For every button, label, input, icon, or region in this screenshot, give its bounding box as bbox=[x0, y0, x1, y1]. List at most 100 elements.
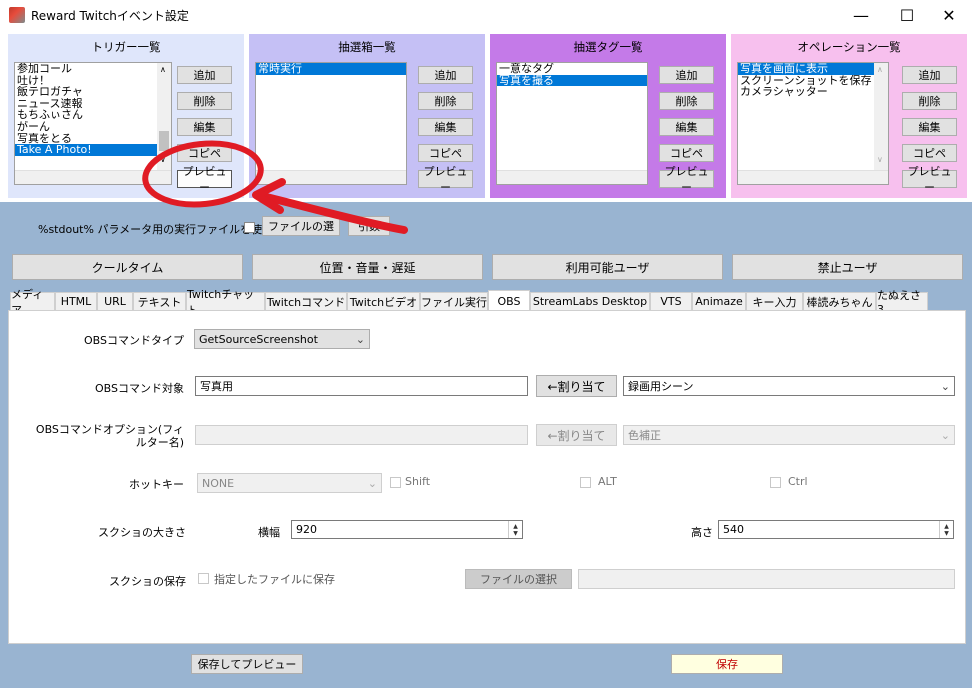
trigger-list-vscroll[interactable]: ∧ ∨ bbox=[157, 63, 171, 171]
tab-media[interactable]: メディア bbox=[10, 288, 55, 317]
lottery-box-preview-button[interactable]: プレビュー bbox=[418, 165, 473, 194]
tab-twitch-chat[interactable]: Twitchチャット bbox=[186, 288, 265, 317]
tab-vts[interactable]: VTS bbox=[650, 292, 692, 310]
trigger-list-hscroll[interactable] bbox=[15, 170, 171, 184]
list-item[interactable]: 吐け！ bbox=[15, 75, 171, 87]
file-select-button[interactable]: ファイルの選択 bbox=[465, 569, 572, 589]
tab-animaze[interactable]: Animaze bbox=[692, 292, 746, 310]
hotkey-select[interactable]: NONE ⌄ bbox=[197, 473, 382, 493]
file-path-input[interactable] bbox=[578, 569, 955, 589]
lottery-tag-add-button[interactable]: 追加 bbox=[659, 66, 714, 84]
minimize-button[interactable]: — bbox=[838, 0, 884, 30]
obs-option-input[interactable] bbox=[195, 425, 528, 445]
list-item[interactable]: ニュース速報 bbox=[15, 98, 171, 110]
ctrl-checkbox[interactable] bbox=[770, 477, 781, 488]
obs-target-assign-button[interactable]: ←割り当て bbox=[536, 375, 617, 397]
list-item[interactable]: カメラシャッター bbox=[738, 86, 888, 98]
lottery-box-panel: 抽選箱一覧 常時実行 追加 削除 編集 コピペ プレビュー bbox=[249, 34, 485, 198]
trigger-edit-button[interactable]: 編集 bbox=[177, 118, 232, 136]
maximize-button[interactable]: ☐ bbox=[884, 0, 930, 30]
tab-key-input[interactable]: キー入力 bbox=[746, 292, 803, 310]
stdout-file-button[interactable]: ファイルの選 bbox=[262, 216, 340, 236]
save-to-file-checkbox[interactable] bbox=[198, 573, 209, 584]
lottery-box-copy-button[interactable]: コピペ bbox=[418, 144, 473, 162]
trigger-list[interactable]: 参加コール 吐け！ 飯テロガチャ ニュース速報 もちふぃさん がーん 写真をとる Take A… bbox=[14, 62, 172, 185]
list-item[interactable]: 参加コール bbox=[15, 63, 171, 75]
list-item[interactable]: スクリーンショットを保存 bbox=[738, 75, 888, 87]
obs-command-type-select[interactable]: GetSourceScreenshot ⌄ bbox=[194, 329, 370, 349]
operation-copy-button[interactable]: コピペ bbox=[902, 144, 957, 162]
lottery-tag-edit-button[interactable]: 編集 bbox=[659, 118, 714, 136]
tab-twitch-video[interactable]: Twitchビデオ bbox=[347, 292, 420, 310]
trigger-delete-button[interactable]: 削除 bbox=[177, 92, 232, 110]
list-item[interactable]: もちふぃさん bbox=[15, 109, 171, 121]
alt-checkbox[interactable] bbox=[580, 477, 591, 488]
operation-add-button[interactable]: 追加 bbox=[902, 66, 957, 84]
stdout-checkbox[interactable] bbox=[244, 222, 255, 233]
obs-command-type-label: OBSコマンドタイプ bbox=[84, 334, 184, 347]
height-spinner[interactable]: ▲ ▼ bbox=[939, 521, 953, 538]
width-spinner[interactable]: ▲ ▼ bbox=[508, 521, 522, 538]
chevron-down-icon: ⌄ bbox=[940, 380, 950, 393]
tab-twitch-command[interactable]: Twitchコマンド bbox=[265, 292, 347, 310]
lottery-box-add-button[interactable]: 追加 bbox=[418, 66, 473, 84]
obs-target-input[interactable]: 写真用 bbox=[195, 376, 528, 396]
tab-obs[interactable]: OBS bbox=[488, 290, 530, 311]
list-item[interactable]: 一意なタグ bbox=[497, 63, 647, 75]
operation-panel-title: オペレーション一覧 bbox=[797, 40, 901, 54]
lottery-tag-list[interactable]: 一意なタグ 写真を撮る bbox=[496, 62, 648, 185]
width-input[interactable]: 920 ▲ ▼ bbox=[291, 520, 523, 539]
lottery-tag-preview-button[interactable]: プレビュー bbox=[659, 165, 714, 194]
trigger-copy-button[interactable]: コピペ bbox=[177, 144, 232, 162]
position-volume-delay-button[interactable]: 位置・音量・遅延 bbox=[252, 254, 483, 280]
height-value: 540 bbox=[723, 523, 744, 536]
list-item[interactable]: 常時実行 bbox=[256, 63, 406, 75]
obs-target-value: 写真用 bbox=[200, 380, 233, 393]
tab-html[interactable]: HTML bbox=[55, 292, 97, 310]
tab-bouyomi[interactable]: 棒読みちゃん bbox=[803, 292, 876, 310]
list-item[interactable]: がーん bbox=[15, 121, 171, 133]
cooltime-button[interactable]: クールタイム bbox=[12, 254, 243, 280]
list-item[interactable]: 写真を画面に表示 bbox=[738, 63, 888, 75]
trigger-preview-button[interactable]: プレビュー bbox=[177, 165, 232, 194]
lottery-box-delete-button[interactable]: 削除 bbox=[418, 92, 473, 110]
tab-url[interactable]: URL bbox=[97, 292, 133, 310]
lottery-tag-list-hscroll[interactable] bbox=[497, 170, 647, 184]
list-item[interactable]: 写真を撮る bbox=[497, 74, 647, 87]
trigger-panel: トリガー一覧 参加コール 吐け！ 飯テロガチャ ニュース速報 もちふぃさん がーん 写真をと… bbox=[8, 34, 244, 198]
operation-preview-button[interactable]: プレビュー bbox=[902, 165, 957, 194]
shift-checkbox[interactable] bbox=[390, 477, 401, 488]
list-item[interactable]: Take A Photo! bbox=[15, 144, 171, 156]
width-value: 920 bbox=[296, 523, 317, 536]
save-and-preview-button[interactable]: 保存してプレビュー bbox=[191, 654, 303, 674]
obs-scene-select[interactable]: 録画用シーン ⌄ bbox=[623, 376, 955, 396]
tab-text[interactable]: テキスト bbox=[133, 292, 186, 310]
tab-tanuesa3[interactable]: たぬえさ3 bbox=[876, 289, 928, 316]
lottery-box-list[interactable]: 常時実行 bbox=[255, 62, 407, 185]
list-item[interactable]: 写真をとる bbox=[15, 133, 171, 145]
lottery-box-list-hscroll[interactable] bbox=[256, 170, 406, 184]
list-item[interactable]: 飯テロガチャ bbox=[15, 86, 171, 98]
obs-command-type-value: GetSourceScreenshot bbox=[199, 332, 318, 346]
trigger-add-button[interactable]: 追加 bbox=[177, 66, 232, 84]
obs-option-assign-button[interactable]: ←割り当て bbox=[536, 424, 617, 446]
allowed-users-button[interactable]: 利用可能ユーザ bbox=[492, 254, 723, 280]
obs-option-select[interactable]: 色補正 ⌄ bbox=[623, 425, 955, 445]
stdout-args-button[interactable]: 引数 bbox=[348, 216, 390, 236]
operation-list-hscroll[interactable] bbox=[738, 170, 888, 184]
lottery-tag-copy-button[interactable]: コピペ bbox=[659, 144, 714, 162]
operation-delete-button[interactable]: 削除 bbox=[902, 92, 957, 110]
operation-list-vscroll[interactable]: ∧ ∨ bbox=[874, 63, 888, 171]
banned-users-button[interactable]: 禁止ユーザ bbox=[732, 254, 963, 280]
save-button[interactable]: 保存 bbox=[671, 654, 783, 674]
obs-option-label: OBSコマンドオプション(フィルター名) bbox=[35, 423, 184, 449]
operation-edit-button[interactable]: 編集 bbox=[902, 118, 957, 136]
lottery-box-edit-button[interactable]: 編集 bbox=[418, 118, 473, 136]
lottery-tag-delete-button[interactable]: 削除 bbox=[659, 92, 714, 110]
operation-list[interactable]: 写真を画面に表示 スクリーンショットを保存 カメラシャッター ∧ ∨ bbox=[737, 62, 889, 185]
height-input[interactable]: 540 ▲ ▼ bbox=[718, 520, 954, 539]
tab-file-exec[interactable]: ファイル実行 bbox=[420, 292, 488, 310]
hotkey-value: NONE bbox=[202, 476, 235, 490]
tab-streamlabs-desktop[interactable]: StreamLabs Desktop bbox=[530, 292, 650, 310]
close-button[interactable]: ✕ bbox=[926, 0, 972, 30]
